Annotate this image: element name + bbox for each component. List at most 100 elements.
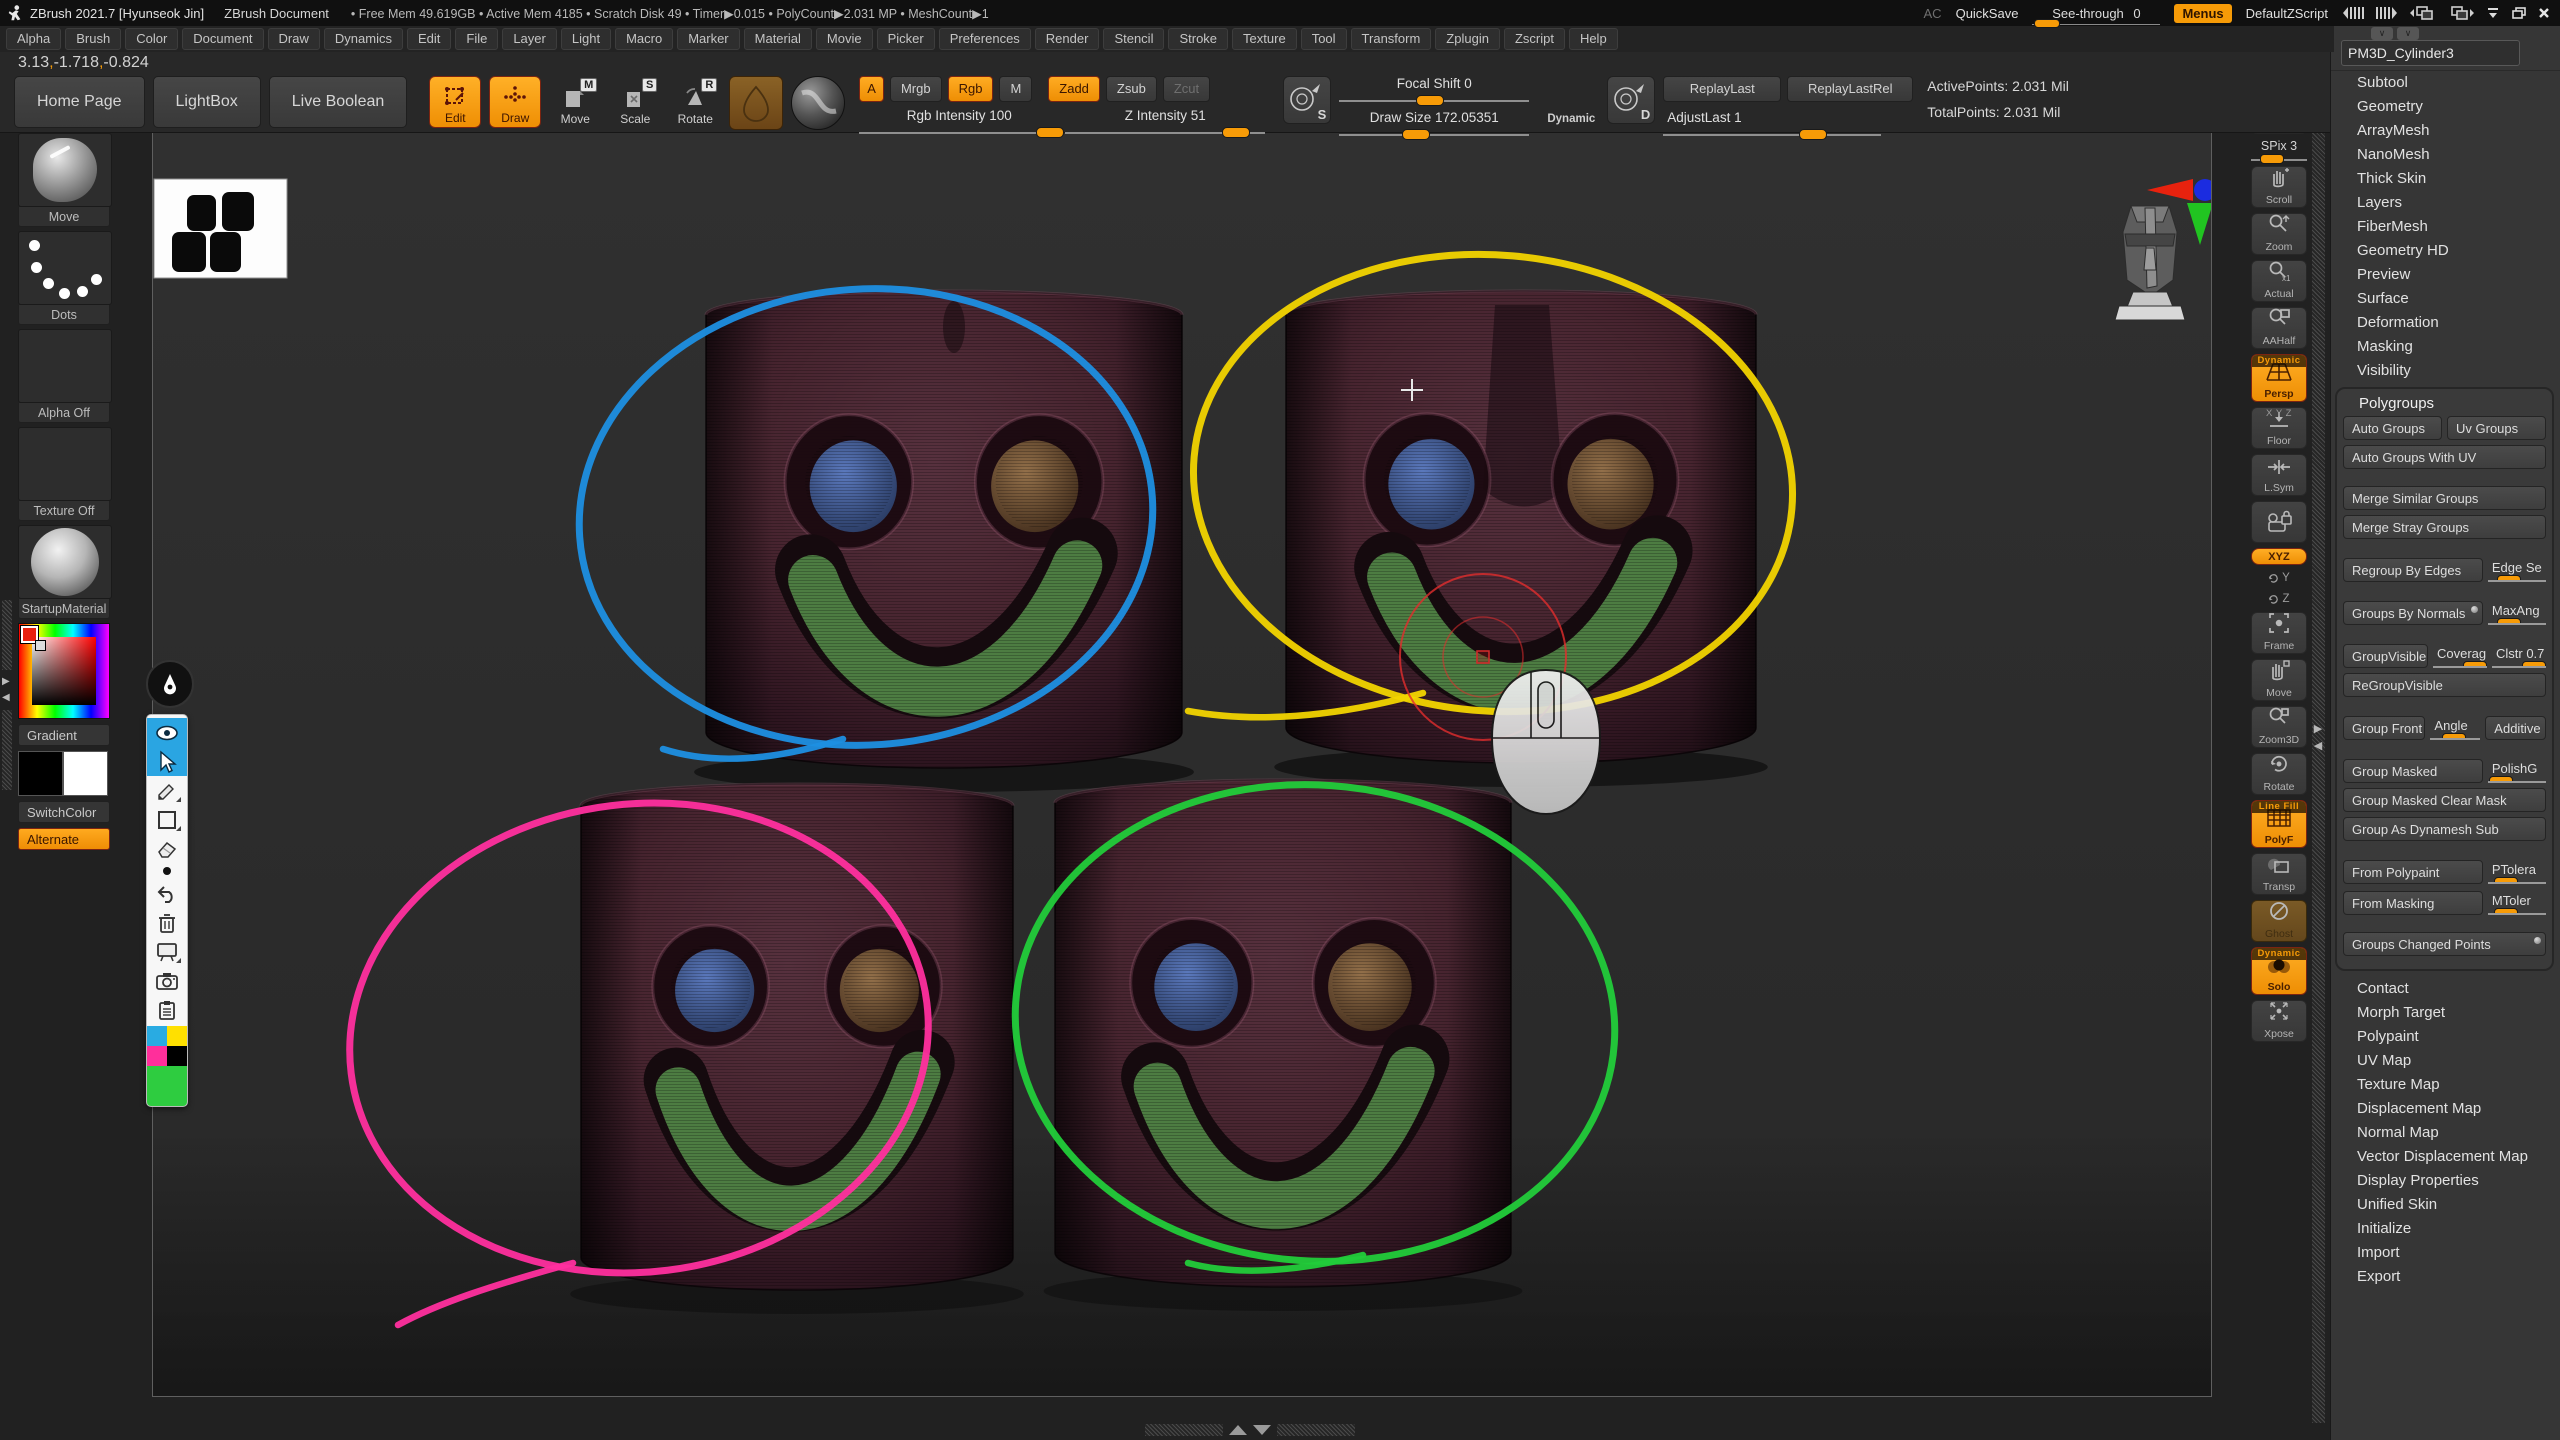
pg-button-groupvisible[interactable]: GroupVisible <box>2343 644 2428 668</box>
panel-section-export[interactable]: Export <box>2331 1265 2560 1289</box>
color-swatch-pink[interactable] <box>147 1046 167 1066</box>
replay-last-button[interactable]: ReplayLast <box>1663 76 1781 102</box>
panel-section-arraymesh[interactable]: ArrayMesh <box>2331 119 2560 143</box>
menu-item-material[interactable]: Material <box>744 28 812 50</box>
right-tray-scrollbar[interactable] <box>2312 133 2325 1423</box>
zsub-button[interactable]: Zsub <box>1106 76 1157 102</box>
zcut-button[interactable]: Zcut <box>1163 76 1210 102</box>
shelf-button-persp[interactable]: DynamicPersp <box>2251 354 2307 402</box>
draw-size-slider[interactable]: Draw Size 172.05351 Dynamic <box>1339 110 1529 136</box>
panel-section-fibermesh[interactable]: FiberMesh <box>2331 215 2560 239</box>
menu-item-stencil[interactable]: Stencil <box>1103 28 1164 50</box>
menu-item-edit[interactable]: Edit <box>407 28 451 50</box>
quicksave-button[interactable]: QuickSave <box>1956 6 2019 21</box>
pg-button-groups-by-normals[interactable]: Groups By Normals <box>2343 601 2483 625</box>
shelf-button-camera-lock[interactable] <box>2251 501 2307 543</box>
color-picker-handle[interactable] <box>35 640 46 651</box>
shelf-button-frame[interactable]: Frame <box>2251 612 2307 654</box>
panel-section-texture-map[interactable]: Texture Map <box>2331 1073 2560 1097</box>
panel-section-displacement-map[interactable]: Displacement Map <box>2331 1097 2560 1121</box>
menu-item-movie[interactable]: Movie <box>816 28 873 50</box>
pg-button-regroup-by-edges[interactable]: Regroup By Edges <box>2343 558 2483 582</box>
right-tray-arrows[interactable]: ▶◀ <box>2310 722 2326 762</box>
menu-item-stroke[interactable]: Stroke <box>1168 28 1228 50</box>
minimize-icon[interactable] <box>2486 7 2500 19</box>
menu-item-preferences[interactable]: Preferences <box>939 28 1031 50</box>
pg-slider-mtoler[interactable]: MToler <box>2488 889 2546 915</box>
menu-item-layer[interactable]: Layer <box>502 28 557 50</box>
panel-section-preview[interactable]: Preview <box>2331 263 2560 287</box>
adjust-curve-button[interactable]: D <box>1607 76 1655 124</box>
panel-section-normal-map[interactable]: Normal Map <box>2331 1121 2560 1145</box>
shelf-button-polyf[interactable]: Line FillPolyF <box>2251 800 2307 848</box>
menu-item-color[interactable]: Color <box>125 28 178 50</box>
menu-item-light[interactable]: Light <box>561 28 611 50</box>
panel-section-thick-skin[interactable]: Thick Skin <box>2331 167 2560 191</box>
pg-button-group-as-dynamesh-sub[interactable]: Group As Dynamesh Sub <box>2343 817 2546 841</box>
screenshot-button[interactable] <box>150 966 184 995</box>
cycle-ui-left-icon[interactable] <box>2410 5 2436 21</box>
restore-icon[interactable] <box>2512 7 2526 19</box>
material-sphere-thumbnail[interactable] <box>18 525 112 599</box>
pg-button-group-front[interactable]: Group Front <box>2343 716 2425 740</box>
panel-section-import[interactable]: Import <box>2331 1241 2560 1265</box>
draw-mode-button[interactable]: Draw <box>489 76 541 128</box>
notes-button[interactable] <box>150 995 184 1024</box>
mrgb-button[interactable]: Mrgb <box>890 76 942 102</box>
tray-item-alpha-off[interactable]: Alpha Off <box>18 329 110 423</box>
brush-size-dot[interactable] <box>150 863 184 879</box>
replay-last-rel-button[interactable]: ReplayLastRel <box>1787 76 1913 102</box>
home-page-button[interactable]: Home Page <box>14 76 145 128</box>
zadd-button[interactable]: Zadd <box>1048 76 1100 102</box>
edit-mode-button[interactable]: Edit <box>429 76 481 128</box>
switchcolor-button[interactable]: SwitchColor <box>18 801 110 823</box>
shelf-button-scroll[interactable]: Scroll <box>2251 166 2307 208</box>
shelf-button-xpose[interactable]: Xpose <box>2251 1000 2307 1042</box>
panel-section-subtool[interactable]: Subtool <box>2331 71 2560 95</box>
tray-arrow-icon[interactable]: ▶ <box>2 676 10 687</box>
rotate-mode-button[interactable]: R Rotate <box>669 76 721 128</box>
color-swatch-blue[interactable] <box>147 1026 167 1046</box>
panel-section-display-properties[interactable]: Display Properties <box>2331 1169 2560 1193</box>
color-swatch-green-active[interactable] <box>147 1066 187 1106</box>
see-through-slider[interactable]: See-through 0 <box>2032 6 2160 21</box>
panel-section-polypaint[interactable]: Polypaint <box>2331 1025 2560 1049</box>
eraser-tool-button[interactable] <box>150 834 184 863</box>
menu-item-texture[interactable]: Texture <box>1232 28 1297 50</box>
color-swatch-yellow[interactable] <box>167 1026 187 1046</box>
panel-section-geometry-hd[interactable]: Geometry HD <box>2331 239 2560 263</box>
pencil-tool-button[interactable] <box>150 776 184 805</box>
tray-item-texture-off[interactable]: Texture Off <box>18 427 110 521</box>
material-sphere-button[interactable] <box>791 76 845 130</box>
palette-collapse-icon[interactable]: ∨ <box>2371 27 2393 40</box>
scale-mode-button[interactable]: S Scale <box>609 76 661 128</box>
sculptris-pro-button[interactable] <box>729 76 783 130</box>
bottom-tray-handle[interactable] <box>1145 1424 1355 1436</box>
shelf-slider-spix-3[interactable]: SPix 3 <box>2251 139 2307 161</box>
document-thumbnail[interactable] <box>154 179 287 278</box>
shelf-button-zoom[interactable]: Zoom <box>2251 213 2307 255</box>
panel-section-deformation[interactable]: Deformation <box>2331 311 2560 335</box>
adjust-last-slider[interactable]: AdjustLast 1 <box>1663 110 1881 136</box>
pg-button-regroupvisible[interactable]: ReGroupVisible <box>2343 673 2546 697</box>
menu-item-transform[interactable]: Transform <box>1351 28 1432 50</box>
whiteboard-button[interactable] <box>150 937 184 966</box>
menu-item-dynamics[interactable]: Dynamics <box>324 28 403 50</box>
shelf-button-ghost[interactable]: Ghost <box>2251 900 2307 942</box>
divider-bars-right-icon[interactable] <box>2376 6 2398 20</box>
visibility-tool-button[interactable] <box>150 718 184 747</box>
pg-button-group-masked-clear-mask[interactable]: Group Masked Clear Mask <box>2343 788 2546 812</box>
empty-thumbnail[interactable] <box>18 329 112 403</box>
secondary-color-swatch[interactable] <box>63 751 108 796</box>
m-button[interactable]: M <box>999 76 1032 102</box>
tray-item-move[interactable]: Move <box>18 133 110 227</box>
pg-button-groups-changed-points[interactable]: Groups Changed Points <box>2343 932 2546 956</box>
pg-slider-maxang[interactable]: MaxAng <box>2488 599 2546 625</box>
gradient-button[interactable]: Gradient <box>18 724 110 746</box>
menu-item-help[interactable]: Help <box>1569 28 1618 50</box>
pg-button-additive[interactable]: Additive <box>2485 716 2546 740</box>
undo-button[interactable] <box>150 879 184 908</box>
stroke-curve-button[interactable]: S <box>1283 76 1331 124</box>
panel-section-surface[interactable]: Surface <box>2331 287 2560 311</box>
shelf-button-l-sym[interactable]: L.Sym <box>2251 454 2307 496</box>
